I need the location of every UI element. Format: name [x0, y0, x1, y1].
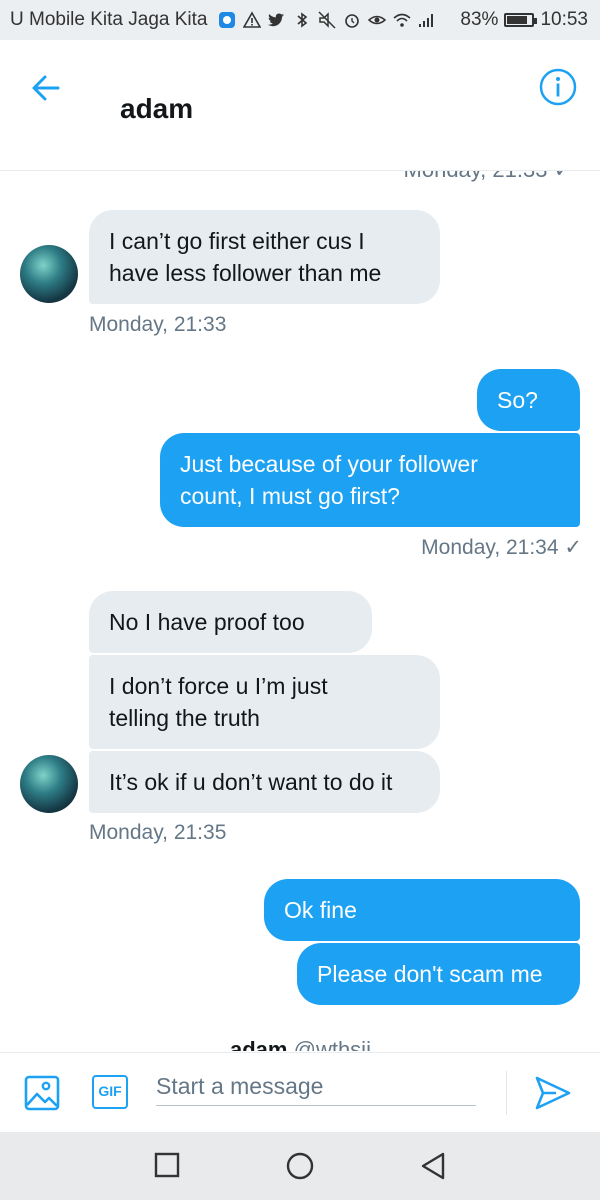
message-bubble-sent[interactable]: Please don't scam me: [297, 943, 580, 1005]
conversation-header: adam: [0, 40, 600, 171]
wifi-icon: [392, 13, 411, 27]
eye-icon: [367, 15, 386, 25]
send-icon[interactable]: [534, 1075, 572, 1111]
message-bubble-received[interactable]: I don’t force u I’m just telling the tru…: [89, 655, 440, 749]
battery-icon: [504, 13, 538, 27]
circle-icon[interactable]: [286, 1152, 314, 1180]
read-check-icon: ✓: [564, 536, 582, 559]
square-icon[interactable]: [154, 1152, 180, 1178]
battery-percent: 83%: [460, 9, 499, 30]
message-list[interactable]: Monday, 21:33 ✓ I can’t go first either …: [0, 171, 600, 1051]
message-composer: GIF: [0, 1052, 600, 1133]
message-line: Just because of your follower: [180, 451, 478, 477]
avatar[interactable]: [20, 755, 78, 813]
twitter-icon: [267, 13, 284, 27]
composer-divider: [506, 1071, 507, 1115]
conversation-title: adam: [120, 93, 194, 124]
bluetooth-icon: [296, 12, 307, 28]
message-bubble-received[interactable]: No I have proof too: [89, 591, 372, 653]
gif-icon: GIF: [98, 1083, 122, 1099]
alarm-icon: [344, 14, 359, 28]
triangle-back-icon[interactable]: [420, 1152, 446, 1180]
mute-icon: [317, 11, 336, 29]
message-input[interactable]: [156, 1067, 476, 1106]
gif-button[interactable]: GIF: [92, 1075, 128, 1109]
message-bubble-received[interactable]: It’s ok if u don’t want to do it: [89, 751, 440, 813]
status-bar: U Mobile Kita Jaga Kita 83% 10:53: [0, 0, 600, 40]
conversation-footer: adam @wthsii: [230, 1037, 371, 1051]
info-icon[interactable]: [538, 67, 578, 107]
timestamp: Monday, 21:33: [89, 313, 227, 336]
clock: 10:53: [540, 9, 588, 30]
message-bubble-sent[interactable]: Just because of your follower count, I m…: [160, 433, 580, 527]
carrier-name: U Mobile Kita Jaga Kita: [10, 9, 208, 30]
timestamp: Monday, 21:35: [89, 821, 227, 844]
shield-app-icon: [218, 12, 235, 28]
warning-icon: [242, 11, 261, 28]
message-bubble-received[interactable]: I can’t go first either cus I have less …: [89, 210, 440, 304]
timestamp: Monday, 21:34 ✓: [421, 536, 582, 559]
message-bubble-sent[interactable]: So?: [477, 369, 580, 431]
arrow-left-icon[interactable]: [28, 70, 64, 106]
system-nav-bar: [0, 1132, 600, 1200]
image-icon[interactable]: [24, 1075, 60, 1111]
message-line: I don’t force u I’m just: [109, 673, 328, 699]
message-line: count, I must go first?: [180, 483, 400, 509]
message-bubble-sent[interactable]: Ok fine: [264, 879, 580, 941]
timestamp-cut: Monday, 21:33 ✓: [404, 171, 572, 183]
footer-handle: @wthsii: [293, 1037, 371, 1051]
message-line: have less follower than me: [109, 260, 382, 286]
avatar[interactable]: [20, 245, 78, 303]
footer-name: adam: [230, 1037, 288, 1051]
message-line: I can’t go first either cus I: [109, 228, 365, 254]
signal-icon: [418, 14, 433, 27]
message-line: telling the truth: [109, 705, 260, 731]
